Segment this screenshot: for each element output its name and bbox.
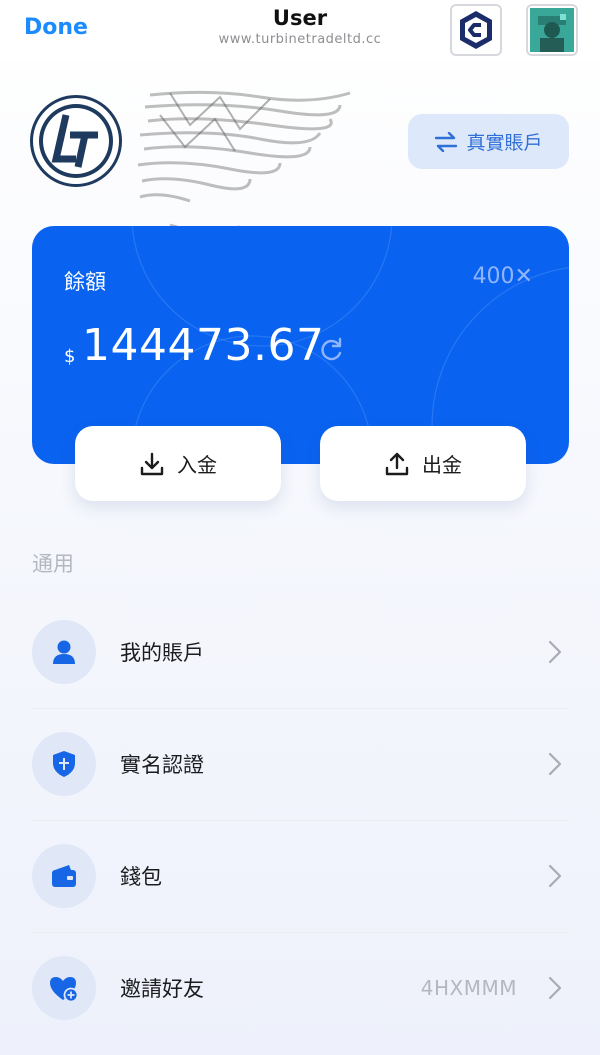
avatar-button[interactable] [526,4,578,56]
chevron-right-icon [548,976,562,1000]
withdraw-label: 出金 [422,453,462,477]
page-title: User [272,6,328,30]
hexagon-c-icon [460,11,492,49]
chevron-right-icon [548,864,562,888]
menu-icon-circle [32,620,96,684]
chevron-right-icon [548,640,562,664]
deposit-button[interactable]: 入金 [75,426,281,501]
menu-item-my-account[interactable]: 我的賬戶 [32,596,569,708]
menu-icon-circle [32,844,96,908]
redacted-name-scribble [137,90,351,233]
menu-item-label: 邀請好友 [120,977,204,1001]
lt-logo-icon [39,104,113,178]
top-bar: Done User www.turbinetradeltd.cc [0,0,600,62]
menu-icon-circle [32,956,96,1020]
heart-add-icon [50,977,79,1003]
menu-item-wallet[interactable]: 錢包 [32,820,569,932]
account-type-label: 真實賬戶 [466,132,543,154]
deposit-label: 入金 [177,453,217,477]
menu-item-label: 錢包 [120,865,162,889]
title-block: User www.turbinetradeltd.cc [180,6,420,47]
menu-item-invite-friends[interactable]: 邀請好友 4HXMMM [32,932,569,1044]
done-button[interactable]: Done [24,15,88,40]
menu-icon-circle [32,732,96,796]
menu-item-label: 我的賬戶 [120,641,204,665]
download-icon [140,452,164,475]
refresh-icon[interactable] [317,336,345,364]
account-type-toggle[interactable]: 真實賬戶 [408,114,569,169]
app-logo-button[interactable] [450,4,502,56]
person-icon [53,640,75,664]
menu-item-verification[interactable]: 實名認證 [32,708,569,820]
withdraw-button[interactable]: 出金 [320,426,526,501]
balance-amount: 144473.67 [82,320,325,371]
swap-arrows-icon [435,131,458,152]
balance-label: 餘額 [64,270,106,294]
chevron-right-icon [548,752,562,776]
section-title: 通用 [32,552,74,576]
invite-code: 4HXMMM [420,976,517,1000]
currency-symbol: $ [64,346,76,367]
page-url: www.turbinetradeltd.cc [218,32,382,47]
wallet-icon [52,865,76,887]
leverage-value: 400✕ [472,264,533,289]
menu-item-label: 實名認證 [120,753,204,777]
shield-icon [53,751,75,777]
company-logo [30,95,122,187]
upload-icon [385,452,409,475]
avatar-icon [530,8,574,52]
